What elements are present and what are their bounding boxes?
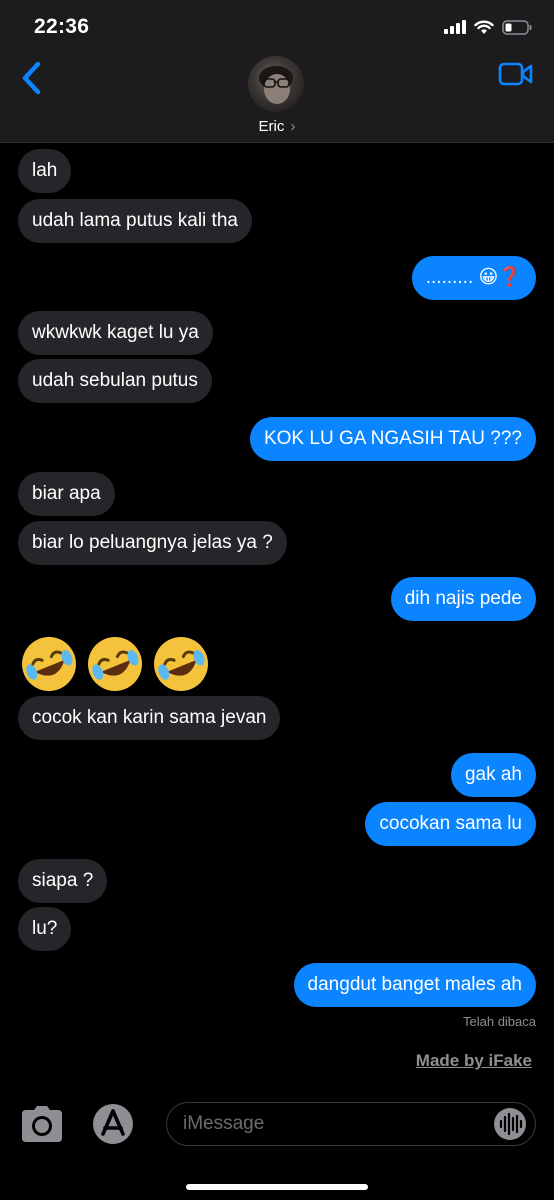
outgoing-message[interactable]: ......... 😀❓ bbox=[411, 256, 536, 300]
incoming-message[interactable]: biar apa bbox=[18, 472, 115, 516]
chevron-right-icon: › bbox=[290, 118, 296, 135]
outgoing-message[interactable]: cocokan sama lu bbox=[365, 802, 536, 846]
rolling-laughing-emoji bbox=[21, 637, 76, 691]
contact-avatar[interactable] bbox=[248, 56, 304, 112]
home-indicator[interactable] bbox=[186, 1184, 368, 1190]
imessage-input[interactable] bbox=[166, 1102, 536, 1146]
watermark-link[interactable]: Made by iFake bbox=[416, 1051, 532, 1071]
outgoing-message[interactable]: gak ah bbox=[450, 753, 536, 797]
outgoing-message[interactable]: KOK LU GA NGASIH TAU ??? bbox=[249, 417, 536, 461]
message-composer bbox=[0, 1090, 554, 1160]
camera-button[interactable] bbox=[20, 1104, 64, 1144]
emoji-message[interactable]: 🤣🤣🤣 bbox=[18, 633, 212, 695]
incoming-message[interactable]: lah bbox=[18, 149, 72, 193]
incoming-message[interactable]: biar lo peluangnya jelas ya ? bbox=[18, 521, 287, 565]
incoming-message[interactable]: udah sebulan putus bbox=[18, 359, 212, 403]
read-receipt: Telah dibaca bbox=[463, 1014, 536, 1029]
audio-message-button[interactable] bbox=[490, 1108, 530, 1140]
wifi-icon bbox=[474, 20, 494, 34]
conversation-header: 22:36 Eric › bbox=[0, 0, 554, 143]
camera-icon bbox=[22, 1106, 62, 1142]
incoming-message[interactable]: siapa ? bbox=[18, 859, 108, 903]
outgoing-message[interactable]: dangdut banget males ah bbox=[293, 963, 536, 1007]
app-store-icon bbox=[93, 1104, 133, 1144]
video-call-button[interactable] bbox=[498, 60, 534, 88]
rolling-laughing-emoji bbox=[88, 637, 142, 691]
contact-name: Eric bbox=[258, 118, 285, 135]
outgoing-message[interactable]: dih najis pede bbox=[390, 577, 536, 621]
status-time: 22:36 bbox=[34, 15, 90, 38]
incoming-message[interactable]: lu? bbox=[18, 907, 72, 951]
app-store-button[interactable] bbox=[90, 1103, 136, 1145]
rolling-laughing-emoji bbox=[154, 637, 208, 691]
audio-waveform-icon bbox=[494, 1108, 526, 1140]
incoming-message[interactable]: wkwkwk kaget lu ya bbox=[18, 311, 213, 355]
incoming-message[interactable]: cocok kan karin sama jevan bbox=[18, 696, 281, 740]
signal-icon bbox=[444, 20, 466, 34]
battery-icon bbox=[502, 19, 532, 35]
back-chevron-icon bbox=[22, 61, 41, 95]
incoming-message[interactable]: udah lama putus kali tha bbox=[18, 199, 252, 243]
avatar-photo bbox=[259, 66, 293, 104]
back-button[interactable] bbox=[14, 56, 50, 100]
video-camera-icon bbox=[498, 62, 533, 86]
contact-name-button[interactable]: Eric › bbox=[0, 118, 554, 135]
status-icons bbox=[444, 16, 532, 38]
message-thread[interactable]: lah udah lama putus kali tha ......... 😀… bbox=[0, 143, 554, 1083]
